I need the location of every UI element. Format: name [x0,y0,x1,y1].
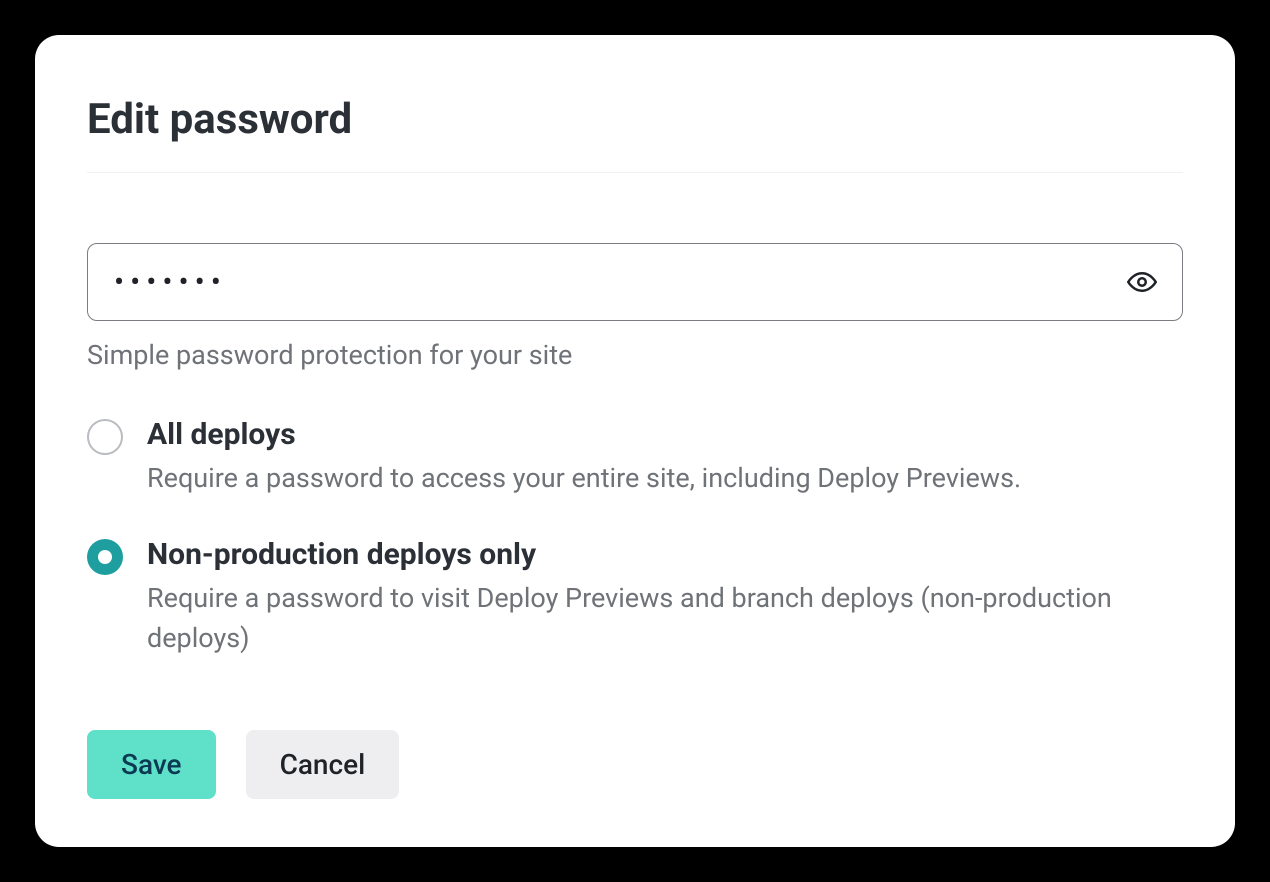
option-non-production-deploys[interactable]: Non-production deploys only Require a pa… [87,537,1183,659]
option-description: Require a password to visit Deploy Previ… [147,578,1183,659]
option-text: Non-production deploys only Require a pa… [147,537,1183,659]
password-input[interactable] [87,243,1183,321]
password-hint: Simple password protection for your site [87,339,1183,371]
option-label: Non-production deploys only [147,537,1183,572]
page-title: Edit password [87,95,1183,173]
option-description: Require a password to access your entire… [147,458,1183,499]
option-all-deploys[interactable]: All deploys Require a password to access… [87,417,1183,499]
edit-password-card: Edit password Simple password protection… [35,35,1235,847]
option-label: All deploys [147,417,1183,452]
action-buttons: Save Cancel [87,730,1183,799]
cancel-button[interactable]: Cancel [246,730,400,799]
save-button[interactable]: Save [87,730,216,799]
option-text: All deploys Require a password to access… [147,417,1183,499]
radio-unchecked-icon [87,419,123,455]
password-field-group: Simple password protection for your site [87,243,1183,371]
radio-checked-icon [87,539,123,575]
toggle-password-visibility-button[interactable] [1119,259,1165,305]
deploy-scope-options: All deploys Require a password to access… [87,417,1183,697]
eye-icon [1127,267,1157,297]
password-input-row [87,243,1183,321]
